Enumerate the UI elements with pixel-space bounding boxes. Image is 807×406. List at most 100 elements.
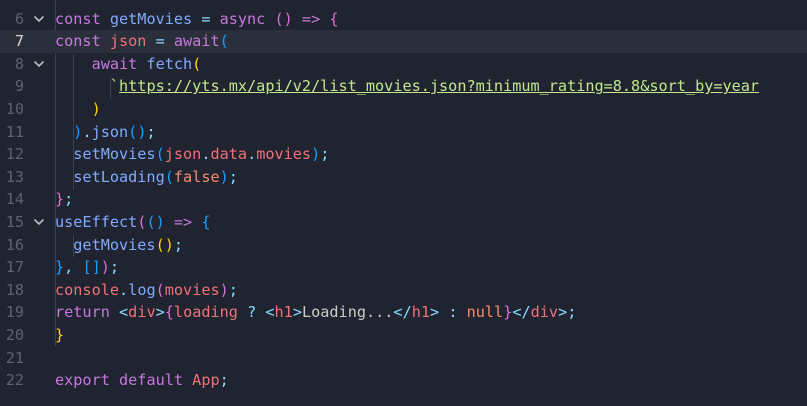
code-token: json (109, 32, 147, 51)
code-token: return (55, 303, 120, 322)
code-token: const (55, 32, 110, 51)
code-text: }; (55, 188, 73, 211)
code-token: ( (192, 54, 202, 73)
code-text: getMovies(); (55, 234, 183, 257)
code-line[interactable]: 19 return <div>{loading ? <h1>Loading...<… (0, 301, 807, 324)
code-token: { (329, 9, 339, 28)
code-text: }, []); (55, 256, 119, 279)
code-line[interactable]: 17 }, []); (0, 256, 807, 279)
code-token: h1 (411, 303, 431, 322)
code-token: await (55, 54, 147, 73)
code-line[interactable]: 18 console.log(movies); (0, 279, 807, 302)
code-token: () (128, 122, 147, 141)
code-line[interactable]: 15 useEffect(() => { (0, 211, 807, 234)
line-number: 6 (14, 9, 24, 28)
code-token: json (91, 122, 129, 141)
code-token: ( (164, 167, 174, 186)
code-token: } (503, 303, 513, 322)
code-token: fetch (146, 54, 193, 73)
code-token: , (64, 258, 83, 277)
code-token: } (55, 190, 65, 209)
code-token: > (430, 303, 440, 322)
code-token: console (55, 280, 120, 299)
code-line[interactable]: 6 const getMovies = async () => { (0, 8, 807, 31)
code-token: movies (256, 145, 312, 164)
code-token: export (55, 371, 120, 390)
code-token: https://yts.mx/api/v2/list_movies.json?m… (119, 77, 760, 96)
code-text: export default App; (55, 369, 229, 392)
code-line[interactable]: 13 setLoading(false); (0, 166, 807, 189)
code-token: false (173, 167, 220, 186)
code-token: movies (164, 280, 220, 299)
code-token: . (82, 122, 92, 141)
code-token: ) (55, 99, 101, 118)
code-token: ) (219, 280, 229, 299)
line-number: 22 (5, 371, 24, 390)
code-token: ( (155, 145, 165, 164)
code-token: () (146, 212, 165, 231)
code-token: < (265, 303, 275, 322)
code-token: ; (228, 280, 238, 299)
code-line[interactable]: 7 const json = await( (0, 30, 807, 53)
line-number: 8 (14, 54, 24, 73)
code-token: ( (155, 280, 165, 299)
code-line[interactable]: 20} (0, 324, 807, 347)
code-line[interactable]: 14}; (0, 188, 807, 211)
code-line[interactable]: 8 await fetch( (0, 53, 807, 76)
fold-chevron-down-icon[interactable] (31, 53, 47, 76)
code-line[interactable]: 22 export default App; (0, 369, 807, 392)
code-token: = (146, 32, 174, 51)
code-line[interactable]: 9 `https://yts.mx/api/v2/list_movies.jso… (0, 75, 807, 98)
code-token: async (219, 9, 266, 28)
code-token: > (558, 303, 568, 322)
code-token: </ (512, 303, 531, 322)
code-token: ; (320, 145, 330, 164)
code-line[interactable]: 16 getMovies(); (0, 234, 807, 257)
code-token: getMovies (109, 9, 193, 28)
code-token: ) (311, 145, 321, 164)
code-token: ) (219, 167, 229, 186)
line-number: 14 (5, 190, 24, 209)
line-number: 16 (5, 235, 24, 254)
code-token: } (55, 325, 65, 344)
code-text: const getMovies = async () => { (55, 8, 339, 31)
code-token: json (164, 145, 202, 164)
code-token: null (466, 303, 504, 322)
code-token: { (164, 303, 174, 322)
code-token: () (274, 9, 293, 28)
line-number: 11 (5, 122, 24, 141)
code-text: return <div>{loading ? <h1>Loading...</h… (55, 301, 576, 324)
code-token: () (155, 235, 174, 254)
code-token: </ (393, 303, 412, 322)
code-token: useEffect (55, 212, 138, 231)
code-token: ? (237, 303, 266, 322)
code-token: . (119, 280, 129, 299)
fold-chevron-down-icon[interactable] (31, 8, 47, 31)
code-token: getMovies (55, 235, 156, 254)
code-line[interactable]: 12 setMovies(json.data.movies); (0, 143, 807, 166)
code-token: ; (146, 122, 156, 141)
code-editor[interactable]: 6 const getMovies = async () => {7 const j… (0, 0, 807, 406)
line-number: 17 (5, 258, 24, 277)
code-token: ` (55, 77, 120, 96)
code-token: { (201, 212, 211, 231)
code-token: setMovies (55, 145, 156, 164)
code-token: ) (55, 122, 83, 141)
code-token: > (292, 303, 302, 322)
line-number: 20 (5, 325, 24, 344)
code-line[interactable]: 10 ) (0, 98, 807, 121)
code-token: Loading... (301, 303, 394, 322)
code-line[interactable]: 11 ).json(); (0, 121, 807, 144)
line-number: 10 (5, 99, 24, 118)
code-token: ; (567, 303, 577, 322)
code-token: ; (64, 190, 74, 209)
code-token: App (192, 371, 220, 390)
code-line[interactable]: 21 (0, 347, 807, 370)
code-token: h1 (274, 303, 293, 322)
line-number: 12 (5, 145, 24, 164)
code-token: div (530, 303, 559, 322)
code-text: } (55, 324, 64, 347)
fold-chevron-down-icon[interactable] (31, 211, 47, 234)
code-token: const (55, 9, 110, 28)
code-token: > (155, 303, 165, 322)
